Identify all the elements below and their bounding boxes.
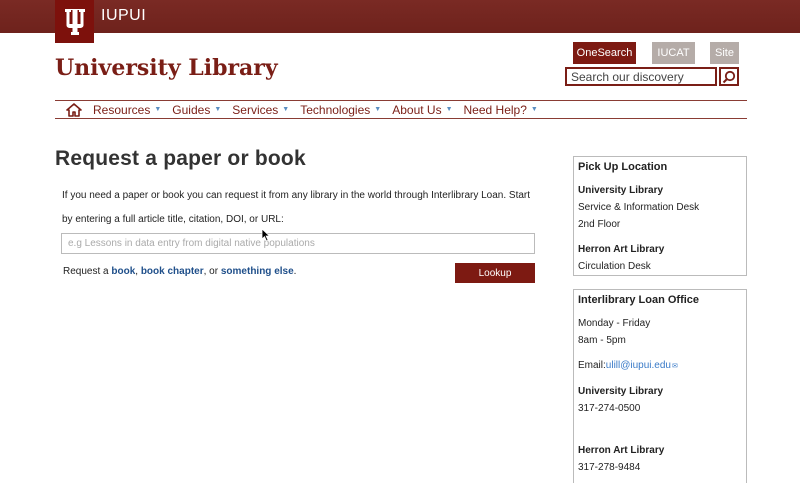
chevron-down-icon: ▼ — [214, 106, 222, 113]
home-link[interactable] — [55, 101, 93, 118]
ill-title: Interlibrary Loan Office — [578, 294, 700, 306]
home-icon — [66, 102, 82, 117]
ill-days: Monday - Friday — [578, 318, 651, 329]
lookup-button[interactable]: Lookup — [455, 263, 535, 283]
ill-email-row: Email:ulill@iupui.edu✉ — [578, 360, 678, 371]
ill-lib1-name: University Library — [578, 386, 664, 397]
pickup-loc2-name: Herron Art Library — [578, 244, 665, 255]
pickup-loc1-line1: Service & Information Desk — [578, 202, 700, 213]
ill-hours: 8am - 5pm — [578, 335, 626, 346]
pickup-location-box: Pick Up Location University Library Serv… — [573, 156, 747, 276]
chevron-down-icon: ▼ — [374, 106, 382, 113]
request-book-link[interactable]: book — [111, 266, 135, 277]
chevron-down-icon: ▼ — [282, 106, 290, 113]
request-chapter-link[interactable]: book chapter — [141, 266, 204, 277]
nav-need-help[interactable]: Need Help? ▼ — [464, 103, 538, 117]
campus-name[interactable]: IUPUI — [101, 7, 146, 25]
intro-text: If you need a paper or book you can requ… — [62, 190, 531, 225]
page-title: Request a paper or book — [55, 147, 306, 170]
onesearch-tab-button[interactable]: OneSearch — [573, 42, 636, 64]
site-tab-button[interactable]: Site — [710, 42, 739, 64]
pickup-loc1-line2: 2nd Floor — [578, 219, 621, 230]
ill-lib2-name: Herron Art Library — [578, 445, 665, 456]
search-submit-button[interactable] — [719, 67, 739, 86]
nav-services[interactable]: Services ▼ — [232, 103, 289, 117]
search-icon — [722, 70, 736, 83]
nav-guides[interactable]: Guides ▼ — [172, 103, 221, 117]
nav-about-us[interactable]: About Us ▼ — [392, 103, 452, 117]
trident-icon — [64, 8, 85, 35]
iucat-tab-button[interactable]: IUCAT — [652, 42, 695, 64]
mouse-cursor-icon — [261, 228, 271, 242]
chevron-down-icon: ▼ — [530, 106, 538, 113]
external-link-icon: ✉ — [672, 363, 678, 370]
pickup-loc1-name: University Library — [578, 185, 664, 196]
chevron-down-icon: ▼ — [445, 106, 453, 113]
ill-email-link[interactable]: ulill@iupui.edu — [606, 360, 671, 371]
chevron-down-icon: ▼ — [154, 106, 162, 113]
pickup-title: Pick Up Location — [578, 161, 668, 173]
iu-trident-logo[interactable] — [55, 0, 94, 43]
citation-lookup-input[interactable] — [61, 233, 535, 254]
main-nav: Resources ▼ Guides ▼ Services ▼ Technologie… — [55, 100, 747, 119]
nav-resources[interactable]: Resources ▼ — [93, 103, 161, 117]
nav-technologies[interactable]: Technologies ▼ — [300, 103, 381, 117]
ill-lib2-phone: 317-278-9484 — [578, 462, 641, 473]
site-title[interactable]: University Library — [55, 55, 278, 81]
pickup-loc2-line1: Circulation Desk — [578, 261, 651, 272]
ill-office-box: Interlibrary Loan Office Monday - Friday… — [573, 289, 747, 483]
request-other-link[interactable]: something else — [221, 266, 294, 277]
discovery-search-input[interactable] — [565, 67, 717, 86]
request-type-line: Request a book, book chapter, or somethi… — [63, 266, 297, 277]
ill-lib1-phone: 317-274-0500 — [578, 403, 641, 414]
